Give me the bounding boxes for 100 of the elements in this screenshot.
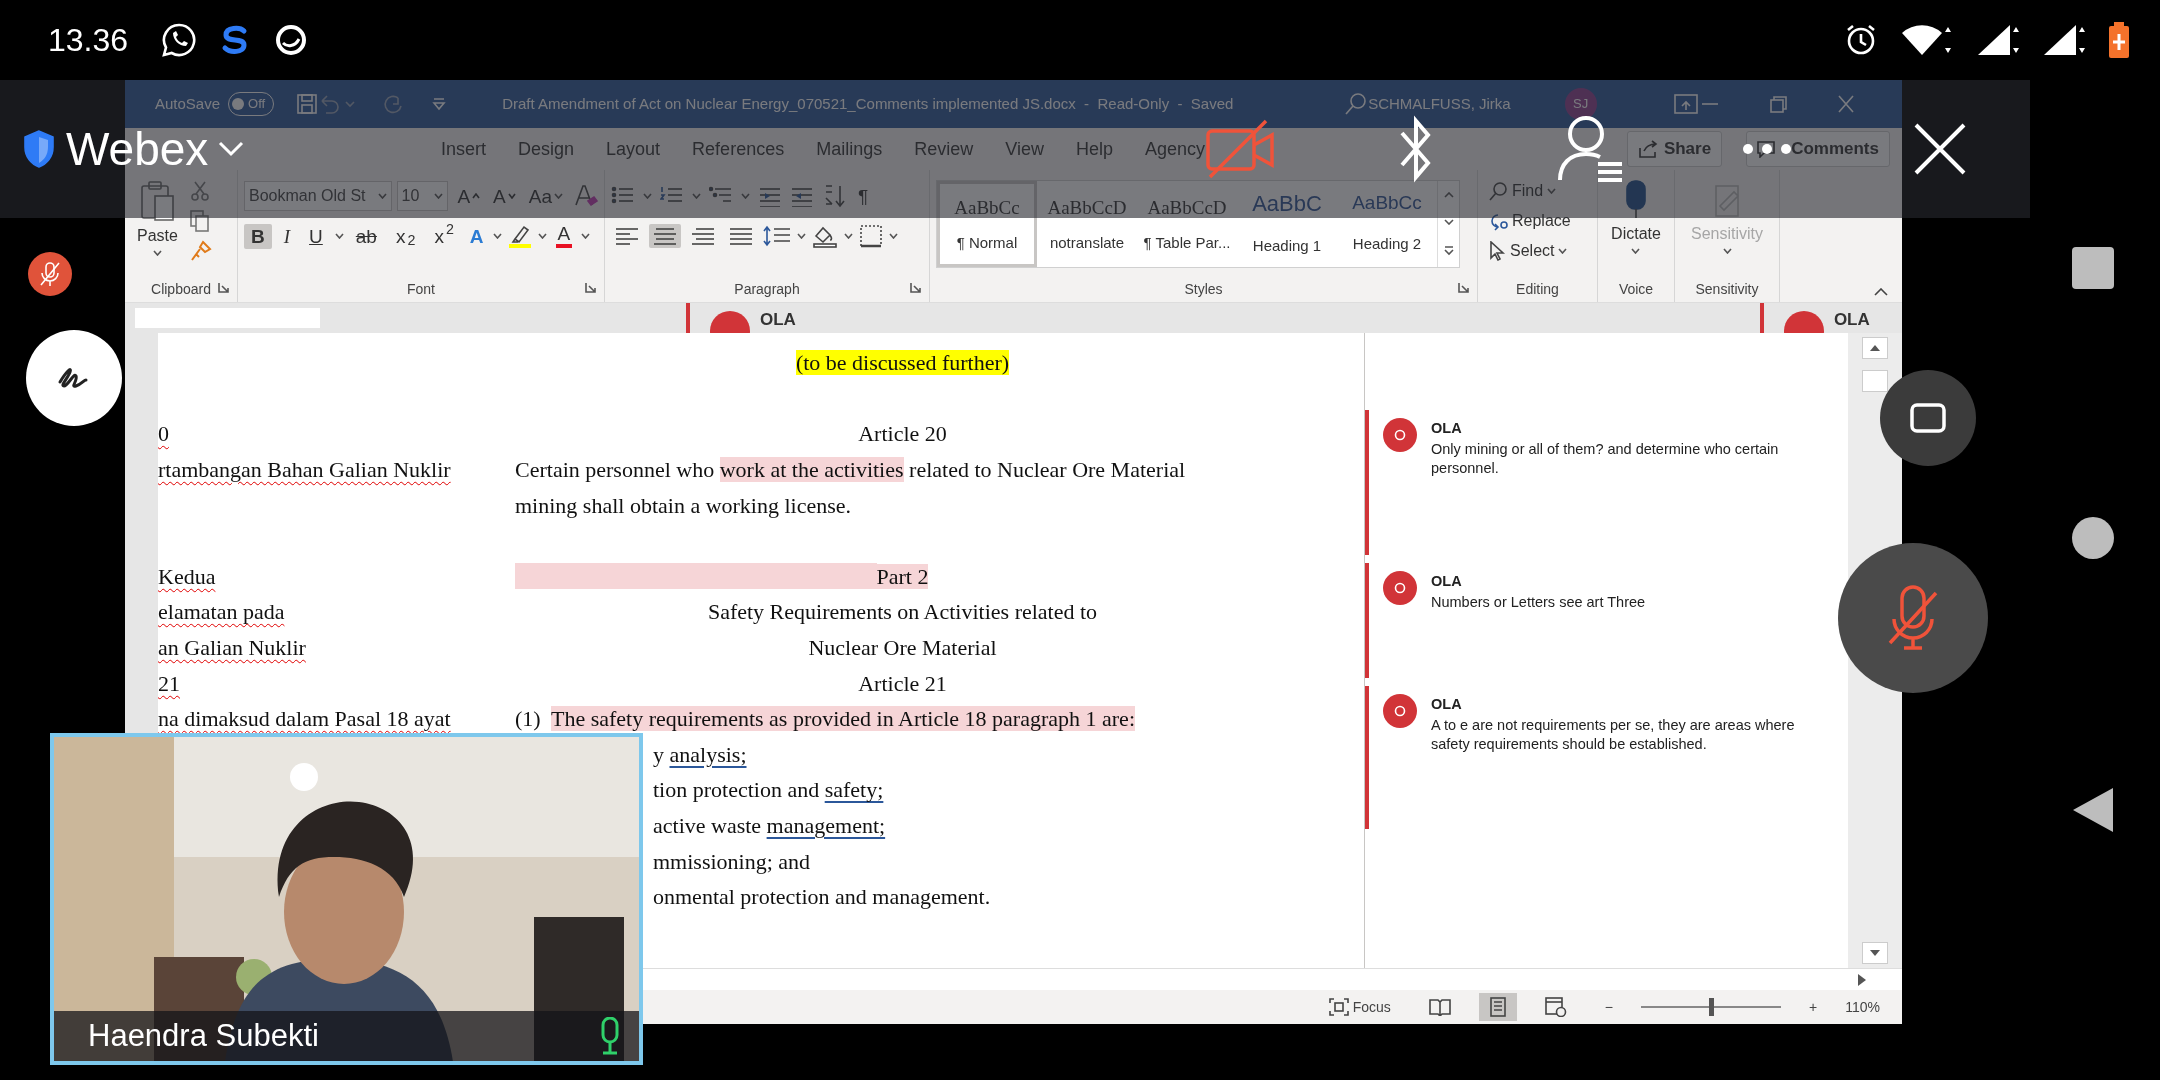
scroll-up-button[interactable] [1862, 337, 1888, 359]
caret-up-icon [472, 193, 481, 199]
line-spacing-icon[interactable] [763, 225, 791, 247]
pointer-icon [1488, 241, 1506, 261]
document-text: (to be discussed further) [794, 349, 1011, 378]
dictate-button[interactable]: Dictate [1605, 176, 1667, 276]
caret-icon [152, 250, 162, 256]
comment-card[interactable]: OLA Numbers or Letters see art Three [1365, 563, 1835, 678]
copy-icon[interactable] [189, 210, 210, 232]
document-text: an Galian Nuklir [158, 634, 307, 663]
select-button[interactable]: Select [1484, 236, 1591, 266]
scroll-up-icon[interactable] [1443, 191, 1454, 198]
back-icon[interactable] [2071, 786, 2115, 834]
paste-button[interactable]: Paste [131, 176, 184, 276]
increase-indent-icon[interactable] [790, 185, 814, 207]
highlighter-icon[interactable] [506, 223, 533, 249]
ring-icon [1394, 429, 1406, 441]
caret-icon [334, 233, 344, 239]
document-text: Article 21 [857, 669, 948, 698]
focus-icon [1328, 998, 1349, 1016]
format-button[interactable]: ab [348, 223, 384, 249]
format-button[interactable]: U [302, 223, 330, 249]
search-icon [1488, 181, 1508, 201]
save-icon[interactable] [296, 93, 319, 115]
style-item[interactable]: AaBbCc Heading 2 [1337, 181, 1437, 267]
ring-icon [1394, 582, 1406, 594]
scroll-down-button[interactable] [1862, 942, 1888, 964]
style-item[interactable]: AaBbCcD notranslate [1037, 181, 1137, 267]
focus-button[interactable]: Focus [1318, 992, 1401, 1022]
document-title: Draft Amendment of Act on Nuclear Energy_070521_Comments implemented JS.docx - Read-Only - Saved [502, 93, 1235, 114]
document-text: Part 2 [876, 562, 929, 591]
caret-icon [692, 193, 701, 199]
caret-icon [537, 233, 547, 239]
document-text: onmental protection and management. [652, 883, 992, 912]
signal-icon [2042, 23, 2086, 57]
group-label: Clipboard [151, 279, 211, 299]
scroll-thumb[interactable] [1862, 369, 1888, 392]
dialog-launcher-icon[interactable] [585, 282, 596, 293]
caret-icon [797, 233, 806, 239]
dialog-launcher-icon[interactable] [218, 282, 229, 293]
align-icon [615, 226, 639, 246]
comment-card[interactable]: OLA A to e are not requirements per se, they are areas where safety requirements should be established. [1365, 686, 1835, 829]
shading-icon[interactable] [812, 224, 838, 248]
comment-card[interactable]: OLA Only mining or all of them? and determine who certain personnel. [1365, 410, 1835, 555]
chevron-down-icon[interactable] [218, 141, 245, 157]
style-item[interactable]: AaBbCc ¶ Normal [937, 181, 1037, 267]
zoom-in-button[interactable]: + [1799, 992, 1828, 1022]
share-icon [1637, 140, 1658, 158]
sort-icon[interactable] [822, 184, 846, 208]
mute-button[interactable] [28, 252, 72, 296]
replace-icon [1488, 211, 1508, 231]
comment-icon [1757, 140, 1776, 158]
format-button[interactable]: I [276, 223, 298, 249]
mic-off-icon [1888, 585, 1938, 651]
globe-page-icon [1544, 997, 1567, 1017]
autosave-label: AutoSave [155, 93, 221, 114]
comment-author: OLA [1833, 309, 1870, 331]
camera-off-icon[interactable] [1204, 119, 1276, 179]
decrease-indent-icon[interactable] [758, 185, 782, 207]
group-label: Paragraph [734, 279, 800, 299]
ring-icon [1394, 705, 1406, 717]
home-icon[interactable] [2071, 516, 2115, 560]
style-item[interactable]: AaBbCcD ¶ Table Par... [1137, 181, 1237, 267]
caret-icon [643, 193, 652, 199]
participants-icon[interactable] [1558, 114, 1624, 184]
more-icon[interactable] [1742, 143, 1792, 155]
more-styles-icon[interactable] [1443, 246, 1454, 257]
arrow-down-icon [1870, 950, 1880, 956]
format-button[interactable]: x$_{2}$ [388, 223, 423, 249]
font-color-button[interactable]: A [551, 222, 577, 250]
mic-off-icon [39, 261, 61, 287]
group-label: Sensitivity [1695, 279, 1759, 299]
recent-apps-icon[interactable] [2071, 246, 2115, 290]
document-text: Certain personnel who work at the activities related to Nuclear Ore Material [515, 456, 1187, 485]
comment-author: OLA [1431, 572, 1463, 591]
ribbon-display-icon[interactable] [1674, 94, 1698, 114]
align-icon [729, 226, 753, 246]
comment-author: OLA [1431, 419, 1463, 438]
format-button[interactable]: x$^{2}$ [427, 223, 461, 249]
caret-icon [1558, 248, 1568, 254]
align-button[interactable] [649, 224, 681, 248]
zoom-out-button[interactable]: − [1594, 992, 1624, 1022]
style-item[interactable]: AaBbC Heading 1 [1237, 181, 1337, 267]
format-button[interactable]: B [244, 223, 272, 249]
scroll-down-icon[interactable] [1443, 219, 1454, 225]
collapse-ribbon-icon[interactable] [1874, 288, 1888, 296]
format-painter-icon[interactable] [189, 240, 212, 262]
dialog-launcher-icon[interactable] [910, 282, 921, 293]
print-layout-button[interactable] [1478, 993, 1517, 1021]
dialog-launcher-icon[interactable] [1458, 282, 1469, 293]
zoom-thumb[interactable] [1709, 998, 1715, 1016]
document-text: na dimaksud dalam Pasal 18 ayat [158, 705, 452, 734]
scroll-right-icon[interactable] [1858, 973, 1866, 986]
clear-formatting-icon[interactable] [572, 183, 598, 209]
borders-icon[interactable] [859, 224, 883, 248]
document-text: mining shall obtain a working license. [515, 491, 853, 520]
group-label: Voice [1618, 279, 1654, 299]
close-icon[interactable] [1914, 123, 1966, 175]
search-icon[interactable] [1344, 92, 1369, 116]
text-effects-button[interactable]: A [465, 224, 488, 248]
